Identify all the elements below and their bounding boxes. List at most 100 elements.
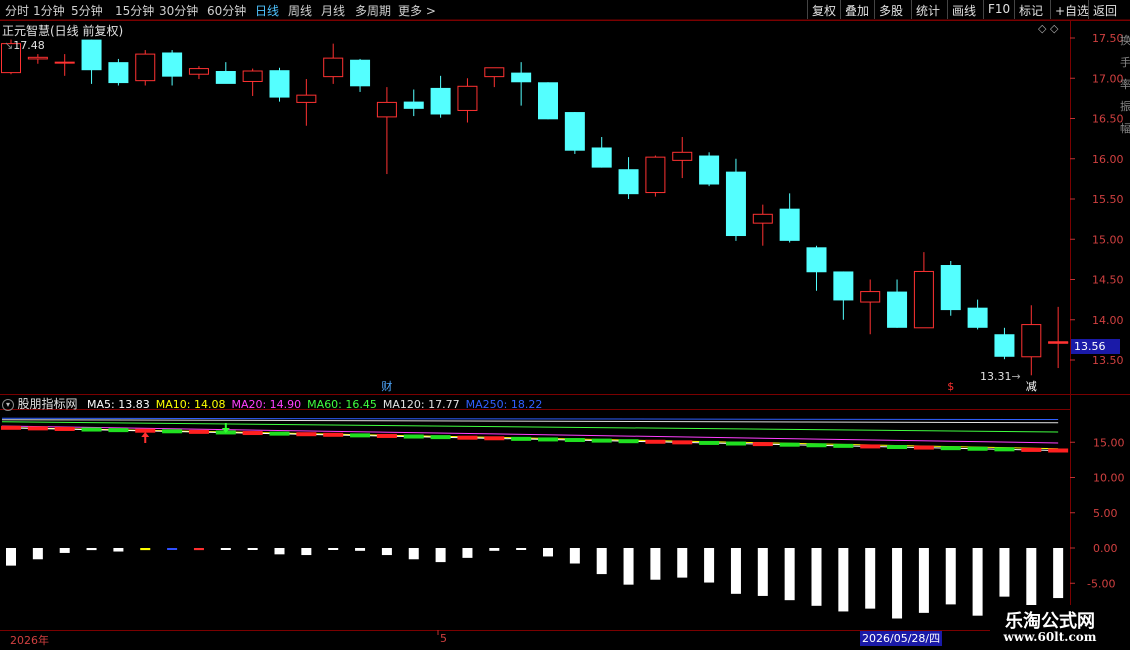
cursor-date-label: 2026/05/28/四 (860, 631, 943, 646)
ma-band-block (564, 438, 585, 443)
price-tick-label: 15.50 (1092, 193, 1124, 206)
candle-body-up (242, 70, 263, 82)
candle-body-down (887, 291, 908, 328)
indicator-tick-label: 0.00 (1093, 542, 1118, 555)
ma-value-0: MA5: 13.83 (87, 398, 150, 411)
date-mid-label: 5 (440, 632, 447, 645)
indicator-bar (945, 548, 956, 605)
ma-band-block (27, 426, 48, 431)
ma-band-block (242, 431, 263, 436)
candle-body-down (564, 112, 585, 151)
ma-band-block (940, 446, 961, 451)
candle-body-down (162, 52, 183, 77)
indicator-bar (516, 548, 527, 550)
indicator-bar (328, 548, 339, 550)
indicator-bar (435, 548, 446, 563)
indicator-bar (355, 548, 366, 551)
indicator-tick-label: 10.00 (1093, 472, 1125, 485)
kline-chart[interactable]: 17.50 17.00 16.50 16.00 15.50 15.00 14.50 14.00… (0, 0, 1130, 650)
candle-body-up (645, 156, 666, 194)
toolbar-button-3[interactable]: 统计 (911, 0, 944, 19)
ma-band-block (913, 445, 934, 450)
period-tab-1[interactable]: 1分钟 (33, 2, 65, 19)
period-tab-4[interactable]: 30分钟 (159, 2, 198, 19)
ma-line (1, 417, 1059, 421)
indicator-header: ▾ 股朋指标网 MA5: 13.83 MA10: 14.08 MA20: 14.90… (2, 395, 542, 412)
ma-band-block (699, 440, 720, 445)
ma-value-2: MA20: 14.90 (231, 398, 302, 411)
toolbar-button-7[interactable]: +自选 (1050, 0, 1093, 19)
toolbar-button-8[interactable]: 返回 (1088, 0, 1121, 19)
period-tab-8[interactable]: 月线 (321, 2, 345, 19)
toolbar-button-6[interactable]: 标记 (1014, 0, 1047, 19)
event-marker: 减 (1026, 380, 1037, 393)
period-tab-10[interactable]: 更多 > (398, 2, 436, 19)
ma-value-4: MA120: 17.77 (382, 398, 460, 411)
ma-band-block (511, 436, 532, 441)
indicator-bar (462, 548, 473, 558)
period-tab-2[interactable]: 5分钟 (71, 2, 103, 19)
indicator-bar (730, 548, 741, 594)
period-tab-9[interactable]: 多周期 (355, 2, 391, 19)
ma-band-block (403, 434, 424, 439)
candle-body-down (833, 271, 854, 301)
candle-body-down (779, 208, 800, 241)
high-price-marker: ↘17.48 (4, 39, 45, 52)
toolbar-button-1[interactable]: 叠加 (840, 0, 873, 19)
ma-value-5: MA250: 18.22 (465, 398, 543, 411)
price-tick-label: 17.00 (1092, 72, 1124, 85)
candle-body-down (725, 171, 746, 237)
ma-band-block (806, 443, 827, 448)
right-edge-text: 换手率振幅 (1120, 34, 1130, 135)
toolbar-button-2[interactable]: 多股 (874, 0, 907, 19)
indicator-bar (489, 548, 500, 551)
indicator-bar (838, 548, 849, 612)
candle-body-down (994, 334, 1015, 357)
candle-body-down (269, 70, 290, 98)
ma-band-block (672, 440, 693, 445)
ma-band-block (618, 439, 639, 444)
candle-body-up (296, 94, 317, 103)
indicator-toggle-icon[interactable]: ▾ (2, 399, 14, 411)
ma-band-block (538, 437, 558, 442)
candle-body-down (967, 307, 988, 328)
indicator-bar (6, 548, 16, 566)
ma-band-block (350, 433, 371, 438)
toolbar-button-5[interactable]: F10 (983, 0, 1014, 19)
candle-body-down (699, 155, 720, 185)
indicator-bar (86, 548, 97, 551)
indicator-bar (757, 548, 768, 596)
panel-diamond-icon[interactable]: ◇ ◇ (1038, 22, 1058, 35)
period-tab-7[interactable]: 周线 (288, 2, 312, 19)
candle-body-down (806, 247, 827, 273)
indicator-bar (167, 548, 178, 550)
candle-body-up (913, 270, 934, 329)
ma-band-block (725, 441, 746, 446)
ma-band-block (779, 442, 800, 447)
indicator-tick-label: -5.00 (1087, 577, 1115, 590)
period-tab-3[interactable]: 15分钟 (115, 2, 154, 19)
period-tab-5[interactable]: 60分钟 (207, 2, 246, 19)
price-tick-label: 17.50 (1092, 32, 1124, 45)
event-marker: $ (947, 380, 954, 393)
indicator-bar (999, 548, 1010, 597)
indicator-bar (32, 548, 43, 560)
ma-band-block (296, 432, 317, 437)
ma-band-block (967, 446, 988, 451)
period-tab-0[interactable]: 分时 (5, 2, 29, 19)
indicator-bar (1026, 548, 1037, 610)
indicator-bar (543, 548, 553, 557)
toolbar-button-0[interactable]: 复权 (807, 0, 840, 19)
indicator-bar (408, 548, 419, 560)
ma-band-block (323, 432, 344, 437)
candle-body-down (618, 169, 639, 195)
indicator-bar (569, 548, 580, 564)
ma-band-block (162, 429, 183, 434)
indicator-bar (972, 548, 983, 616)
period-tab-6[interactable]: 日线 (255, 2, 279, 19)
ma-line (1, 419, 1059, 424)
candle-body-up (27, 56, 48, 60)
indicator-bar (704, 548, 715, 583)
toolbar-button-4[interactable]: 画线 (947, 0, 980, 19)
ma-band-block (269, 431, 290, 436)
